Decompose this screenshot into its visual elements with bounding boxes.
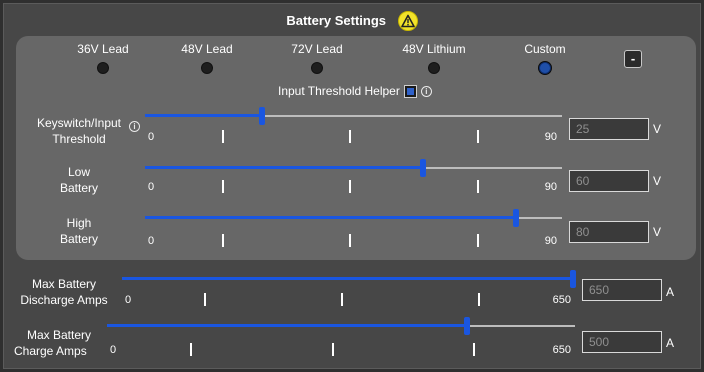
warning-icon[interactable] bbox=[397, 10, 418, 31]
preset-label: 72V Lead bbox=[291, 42, 343, 56]
preset-radio[interactable] bbox=[201, 62, 213, 74]
label-line: Max Battery bbox=[31, 277, 97, 291]
label-line: High bbox=[66, 216, 92, 230]
high-battery-label: High Battery bbox=[24, 215, 134, 247]
slider-fill bbox=[145, 166, 424, 169]
preset-radio[interactable] bbox=[97, 62, 109, 74]
title-bar: Battery Settings bbox=[4, 9, 700, 31]
label-line: Max Battery bbox=[26, 328, 92, 342]
preset-label: Custom bbox=[524, 42, 566, 56]
preset-custom[interactable]: Custom bbox=[500, 42, 590, 74]
scale-tick bbox=[190, 343, 192, 356]
scale-max: 90 bbox=[544, 235, 557, 247]
scale-tick bbox=[341, 293, 343, 306]
discharge-amps-scale: 0 650 bbox=[122, 293, 573, 307]
low-battery-scale: 0 90 bbox=[145, 180, 562, 194]
scale-min: 0 bbox=[148, 181, 155, 193]
unit-label: A bbox=[666, 336, 675, 350]
unit-label: A bbox=[666, 285, 675, 299]
high-battery-slider[interactable] bbox=[145, 208, 562, 228]
slider-fill bbox=[145, 216, 516, 219]
scale-tick bbox=[349, 180, 351, 193]
scale-tick bbox=[473, 343, 475, 356]
unit-label: V bbox=[653, 225, 662, 239]
slider-thumb[interactable] bbox=[463, 317, 470, 335]
scale-tick bbox=[222, 180, 224, 193]
keyswitch-threshold-label: Keyswitch/Input Threshold bbox=[24, 115, 134, 147]
label-line: Charge Amps bbox=[14, 344, 87, 358]
scale-tick bbox=[222, 130, 224, 143]
keyswitch-threshold-slider[interactable] bbox=[145, 106, 562, 126]
high-battery-input[interactable]: 80 bbox=[569, 221, 649, 243]
high-battery-scale: 0 90 bbox=[145, 234, 562, 248]
preset-48v-lead[interactable]: 48V Lead bbox=[162, 42, 252, 74]
scale-tick bbox=[477, 180, 479, 193]
preset-label: 36V Lead bbox=[77, 42, 129, 56]
slider-thumb[interactable] bbox=[512, 209, 519, 227]
slider-fill bbox=[122, 277, 573, 280]
slider-fill bbox=[107, 324, 467, 327]
slider-fill bbox=[145, 114, 262, 117]
scale-max: 90 bbox=[544, 131, 557, 143]
preset-48v-lithium[interactable]: 48V Lithium bbox=[389, 42, 479, 74]
label-line: Threshold bbox=[52, 132, 106, 146]
discharge-amps-slider[interactable] bbox=[122, 269, 576, 289]
scale-tick bbox=[477, 130, 479, 143]
preset-label: 48V Lead bbox=[181, 42, 233, 56]
helper-checkbox[interactable] bbox=[403, 84, 417, 98]
preset-radio[interactable] bbox=[311, 62, 323, 74]
scale-min: 0 bbox=[125, 294, 132, 306]
scale-tick bbox=[349, 234, 351, 247]
low-battery-input[interactable]: 60 bbox=[569, 170, 649, 192]
unit-label: V bbox=[653, 174, 662, 188]
preset-radio[interactable] bbox=[428, 62, 440, 74]
scale-min: 0 bbox=[148, 131, 155, 143]
label-line: Keyswitch/Input bbox=[36, 116, 122, 130]
scale-tick bbox=[204, 293, 206, 306]
label-line: Battery bbox=[59, 232, 98, 246]
charge-amps-input[interactable]: 500 bbox=[582, 331, 662, 353]
scale-min: 0 bbox=[110, 344, 117, 356]
keyswitch-threshold-scale: 0 90 bbox=[145, 130, 562, 144]
slider-thumb[interactable] bbox=[258, 107, 265, 125]
page-title: Battery Settings bbox=[286, 12, 387, 28]
scale-max: 90 bbox=[544, 181, 557, 193]
input-threshold-helper: Input Threshold Helper i bbox=[278, 84, 432, 98]
scale-tick bbox=[477, 234, 479, 247]
preset-radio[interactable] bbox=[539, 62, 551, 74]
discharge-amps-input[interactable]: 650 bbox=[582, 279, 662, 301]
scale-tick bbox=[478, 293, 480, 306]
keyswitch-threshold-input[interactable]: 25 bbox=[569, 118, 649, 140]
preset-label: 48V Lithium bbox=[402, 42, 466, 56]
collapse-button[interactable]: - bbox=[624, 50, 642, 68]
low-battery-slider[interactable] bbox=[145, 158, 562, 178]
scale-min: 0 bbox=[148, 235, 155, 247]
unit-label: V bbox=[653, 122, 662, 136]
label-line: Battery bbox=[59, 181, 98, 195]
charge-amps-scale: 0 650 bbox=[107, 343, 575, 357]
charge-amps-label: Max Battery Charge Amps bbox=[14, 327, 104, 359]
preset-72v-lead[interactable]: 72V Lead bbox=[272, 42, 362, 74]
scale-max: 650 bbox=[552, 294, 571, 306]
low-battery-label: Low Battery bbox=[24, 164, 134, 196]
scale-tick bbox=[332, 343, 334, 356]
scale-tick bbox=[349, 130, 351, 143]
helper-label: Input Threshold Helper bbox=[278, 84, 400, 98]
preset-36v-lead[interactable]: 36V Lead bbox=[58, 42, 148, 74]
label-line: Low bbox=[67, 165, 90, 179]
charge-amps-slider[interactable] bbox=[107, 316, 575, 336]
label-line: Discharge Amps bbox=[20, 293, 108, 307]
scale-tick bbox=[222, 234, 224, 247]
slider-thumb[interactable] bbox=[570, 270, 576, 288]
info-icon[interactable]: i bbox=[129, 121, 140, 132]
scale-max: 650 bbox=[552, 344, 571, 356]
discharge-amps-label: Max Battery Discharge Amps bbox=[14, 276, 114, 308]
info-icon[interactable]: i bbox=[420, 85, 432, 97]
slider-thumb[interactable] bbox=[420, 159, 427, 177]
